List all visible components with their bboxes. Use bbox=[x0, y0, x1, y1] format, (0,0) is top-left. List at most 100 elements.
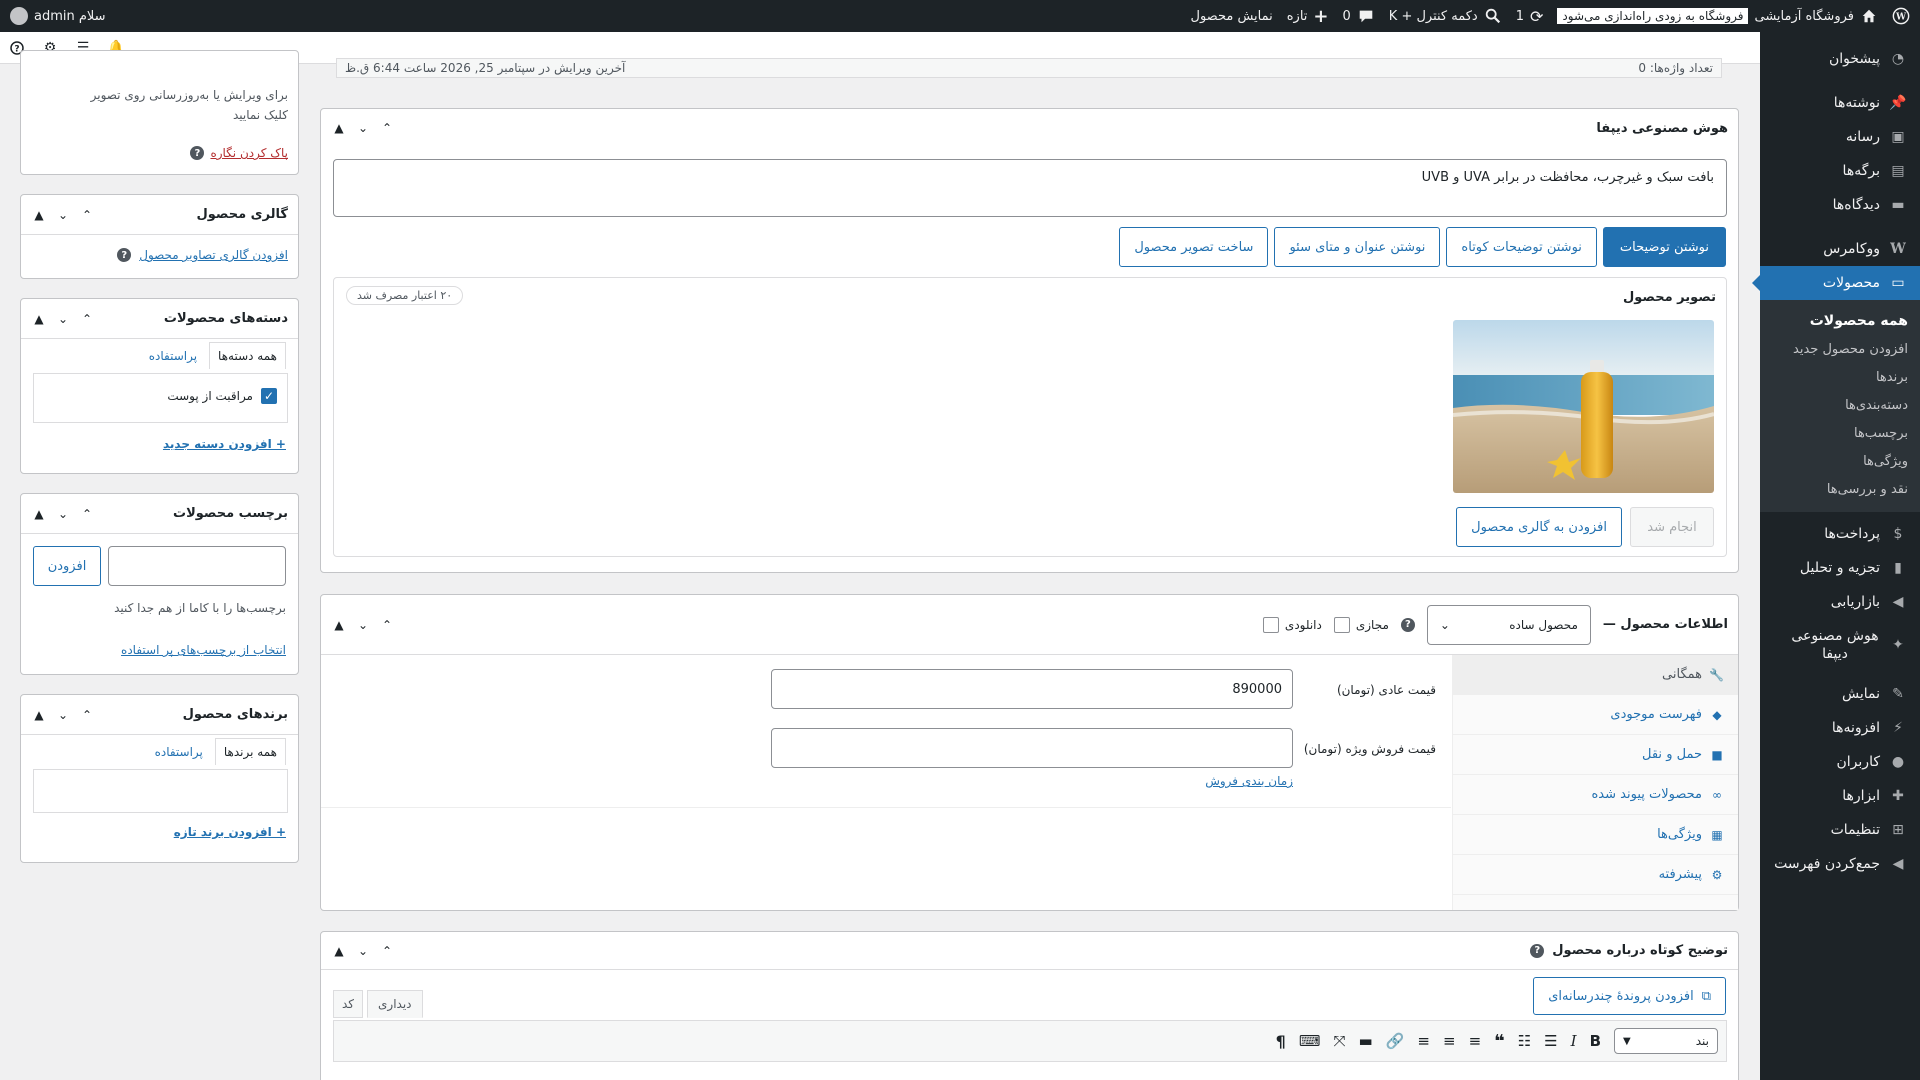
regular-price-input[interactable]: 890000 bbox=[771, 669, 1293, 709]
paragraph-icon[interactable]: ¶ bbox=[1276, 1032, 1286, 1051]
sort-icon[interactable]: ▲ bbox=[331, 121, 347, 135]
new-content-link[interactable]: + تازه bbox=[1287, 6, 1329, 27]
done-button[interactable]: انجام شد bbox=[1630, 507, 1714, 547]
menu-dashboard[interactable]: ◔ پیشخوان bbox=[1760, 42, 1920, 76]
tab-shipping[interactable]: ■ حمل و نقل bbox=[1453, 735, 1738, 775]
tab-all-categories[interactable]: همه دسته‌ها bbox=[209, 342, 286, 369]
move-up-icon[interactable]: ⌃ bbox=[379, 121, 395, 135]
menu-settings[interactable]: ⊞ تنظیمات bbox=[1760, 813, 1920, 847]
remove-image-link[interactable]: پاک کردن نگاره bbox=[210, 146, 288, 160]
help-icon[interactable]: ? bbox=[190, 146, 205, 160]
submenu-all-products[interactable]: همه محصولات bbox=[1760, 307, 1920, 335]
menu-payments[interactable]: $ پرداخت‌ها bbox=[1760, 517, 1920, 551]
submenu-reviews[interactable]: نقد و بررسی‌ها bbox=[1760, 475, 1920, 503]
updates-link[interactable]: ⟳ 1 bbox=[1516, 7, 1544, 26]
menu-users[interactable]: ● کاربران bbox=[1760, 745, 1920, 779]
comments-link[interactable]: 0 bbox=[1343, 7, 1375, 25]
blockquote-icon[interactable]: ❝ bbox=[1494, 1031, 1505, 1052]
menu-appearance[interactable]: ✎ نمایش bbox=[1760, 677, 1920, 711]
bullet-list-icon[interactable]: ☰ bbox=[1544, 1032, 1557, 1050]
align-center-icon[interactable]: ≡ bbox=[1443, 1032, 1456, 1050]
virtual-option[interactable]: مجازی bbox=[1333, 616, 1389, 633]
submenu-attributes[interactable]: ویژگی‌ها bbox=[1760, 447, 1920, 475]
my-account-link[interactable]: سلام admin bbox=[10, 7, 106, 25]
menu-media[interactable]: ▣ رسانه bbox=[1760, 120, 1920, 154]
menu-tools[interactable]: ✚ ابزارها bbox=[1760, 779, 1920, 813]
tag-input[interactable] bbox=[108, 546, 286, 586]
menu-plugins[interactable]: ⚡ افزونه‌ها bbox=[1760, 711, 1920, 745]
add-new-category-link[interactable]: + افزودن دسته جدید bbox=[163, 437, 286, 451]
move-up-icon[interactable]: ⌃ bbox=[379, 618, 395, 632]
site-name-link[interactable]: فروشگاه آزمایشی فروشگاه به زودی راه‌اندا… bbox=[1557, 7, 1878, 25]
move-down-icon[interactable]: ⌄ bbox=[355, 618, 371, 632]
category-checkbox[interactable]: ✓ bbox=[261, 388, 277, 404]
downloadable-option[interactable]: دانلودی bbox=[1262, 616, 1322, 633]
wp-logo[interactable]: W bbox=[1892, 7, 1910, 25]
help-icon[interactable]: ? bbox=[117, 248, 132, 262]
tab-general[interactable]: 🔧 همگانی bbox=[1453, 655, 1738, 695]
menu-collapse[interactable]: ◀ جمع‌کردن فهرست bbox=[1760, 847, 1920, 881]
add-media-button[interactable]: ⧉ افزودن پروندهٔ چندرسانه‌ای bbox=[1533, 977, 1726, 1015]
downloadable-checkbox[interactable] bbox=[1262, 616, 1279, 633]
submenu-categories[interactable]: دسته‌بندی‌ها bbox=[1760, 391, 1920, 419]
tab-all-brands[interactable]: همه برندها bbox=[214, 738, 286, 765]
menu-products[interactable]: ▭ محصولات bbox=[1752, 266, 1920, 300]
tab-code[interactable]: کد bbox=[333, 990, 364, 1018]
move-down-icon[interactable]: ⌄ bbox=[55, 208, 71, 222]
add-gallery-images-link[interactable]: افزودن گالری تصاویر محصول bbox=[139, 248, 288, 262]
tab-visual[interactable]: دیداری bbox=[367, 990, 423, 1018]
choose-popular-tags-link[interactable]: انتخاب از برچسب‌های پر استفاده bbox=[121, 643, 286, 657]
help-icon[interactable]: ? bbox=[1400, 617, 1415, 632]
menu-posts[interactable]: 📌 نوشته‌ها bbox=[1760, 86, 1920, 120]
move-up-icon[interactable]: ⌃ bbox=[79, 708, 95, 722]
add-to-gallery-button[interactable]: افزودن به گالری محصول bbox=[1456, 507, 1622, 547]
menu-deepfa-ai[interactable]: ✦ هوش مصنوعی دیپفا bbox=[1760, 619, 1920, 671]
virtual-checkbox[interactable] bbox=[1333, 616, 1350, 633]
bold-icon[interactable]: B bbox=[1590, 1032, 1601, 1050]
submenu-add-new[interactable]: افزودن محصول جدید bbox=[1760, 335, 1920, 363]
tab-popular-brands[interactable]: پراستفاده bbox=[143, 739, 215, 765]
tab-inventory[interactable]: ◆ فهرست موجودی bbox=[1453, 695, 1738, 735]
align-left-icon[interactable]: ≡ bbox=[1469, 1032, 1482, 1050]
read-more-icon[interactable]: ▬ bbox=[1359, 1032, 1373, 1050]
sort-icon[interactable]: ▲ bbox=[31, 507, 47, 521]
align-right-icon[interactable]: ≡ bbox=[1417, 1032, 1430, 1050]
coming-soon-badge[interactable]: فروشگاه به زودی راه‌اندازی می‌شود bbox=[1557, 8, 1749, 24]
tab-attributes[interactable]: ▦ ویژگی‌ها bbox=[1453, 815, 1738, 855]
menu-pages[interactable]: ▤ برگه‌ها bbox=[1760, 154, 1920, 188]
menu-comments[interactable]: ▬ دیدگاه‌ها bbox=[1760, 188, 1920, 222]
numbered-list-icon[interactable]: ☷ bbox=[1518, 1032, 1531, 1050]
menu-analytics[interactable]: ▮ تجزیه و تحلیل bbox=[1760, 551, 1920, 585]
command-palette-link[interactable]: دکمه کنترل + K bbox=[1389, 7, 1502, 25]
write-short-description-button[interactable]: نوشتن توضیحات کوتاه bbox=[1446, 227, 1597, 267]
generated-product-image[interactable] bbox=[1453, 320, 1714, 493]
sort-icon[interactable]: ▲ bbox=[331, 618, 347, 632]
sort-icon[interactable]: ▲ bbox=[31, 312, 47, 326]
category-item[interactable]: ✓ مراقبت از پوست bbox=[44, 388, 277, 404]
add-tag-button[interactable]: افزودن bbox=[33, 546, 101, 586]
move-down-icon[interactable]: ⌄ bbox=[355, 121, 371, 135]
submenu-tags[interactable]: برچسب‌ها bbox=[1760, 419, 1920, 447]
tab-advanced[interactable]: ⚙ پیشرفته bbox=[1453, 855, 1738, 895]
move-up-icon[interactable]: ⌃ bbox=[79, 312, 95, 326]
italic-icon[interactable]: I bbox=[1571, 1032, 1577, 1050]
view-product-link[interactable]: نمایش محصول bbox=[1191, 9, 1273, 24]
ai-prompt-textarea[interactable]: بافت سبک و غیرچرب، محافظت در برابر UVA و… bbox=[333, 159, 1727, 217]
add-new-brand-link[interactable]: + افزودن برند تازه bbox=[174, 825, 286, 839]
format-select[interactable]: بند ▼ bbox=[1614, 1028, 1718, 1054]
link-icon[interactable]: 🔗 bbox=[1386, 1032, 1405, 1050]
menu-marketing[interactable]: ◀ بازاریابی bbox=[1760, 585, 1920, 619]
product-type-select[interactable]: محصول ساده ⌄ bbox=[1426, 604, 1591, 645]
move-down-icon[interactable]: ⌄ bbox=[55, 708, 71, 722]
move-up-icon[interactable]: ⌃ bbox=[79, 208, 95, 222]
move-down-icon[interactable]: ⌄ bbox=[355, 944, 371, 958]
tab-popular-categories[interactable]: پراستفاده bbox=[137, 343, 209, 369]
move-up-icon[interactable]: ⌃ bbox=[79, 507, 95, 521]
sale-price-input[interactable] bbox=[771, 728, 1293, 768]
sort-icon[interactable]: ▲ bbox=[31, 208, 47, 222]
write-description-button[interactable]: نوشتن توضیحات bbox=[1602, 227, 1726, 267]
move-up-icon[interactable]: ⌃ bbox=[379, 944, 395, 958]
schedule-sale-link[interactable]: زمان بندی فروش bbox=[1205, 774, 1293, 788]
fullscreen-icon[interactable]: ⤧ bbox=[1334, 1032, 1346, 1050]
keyboard-icon[interactable]: ⌨ bbox=[1299, 1032, 1321, 1050]
